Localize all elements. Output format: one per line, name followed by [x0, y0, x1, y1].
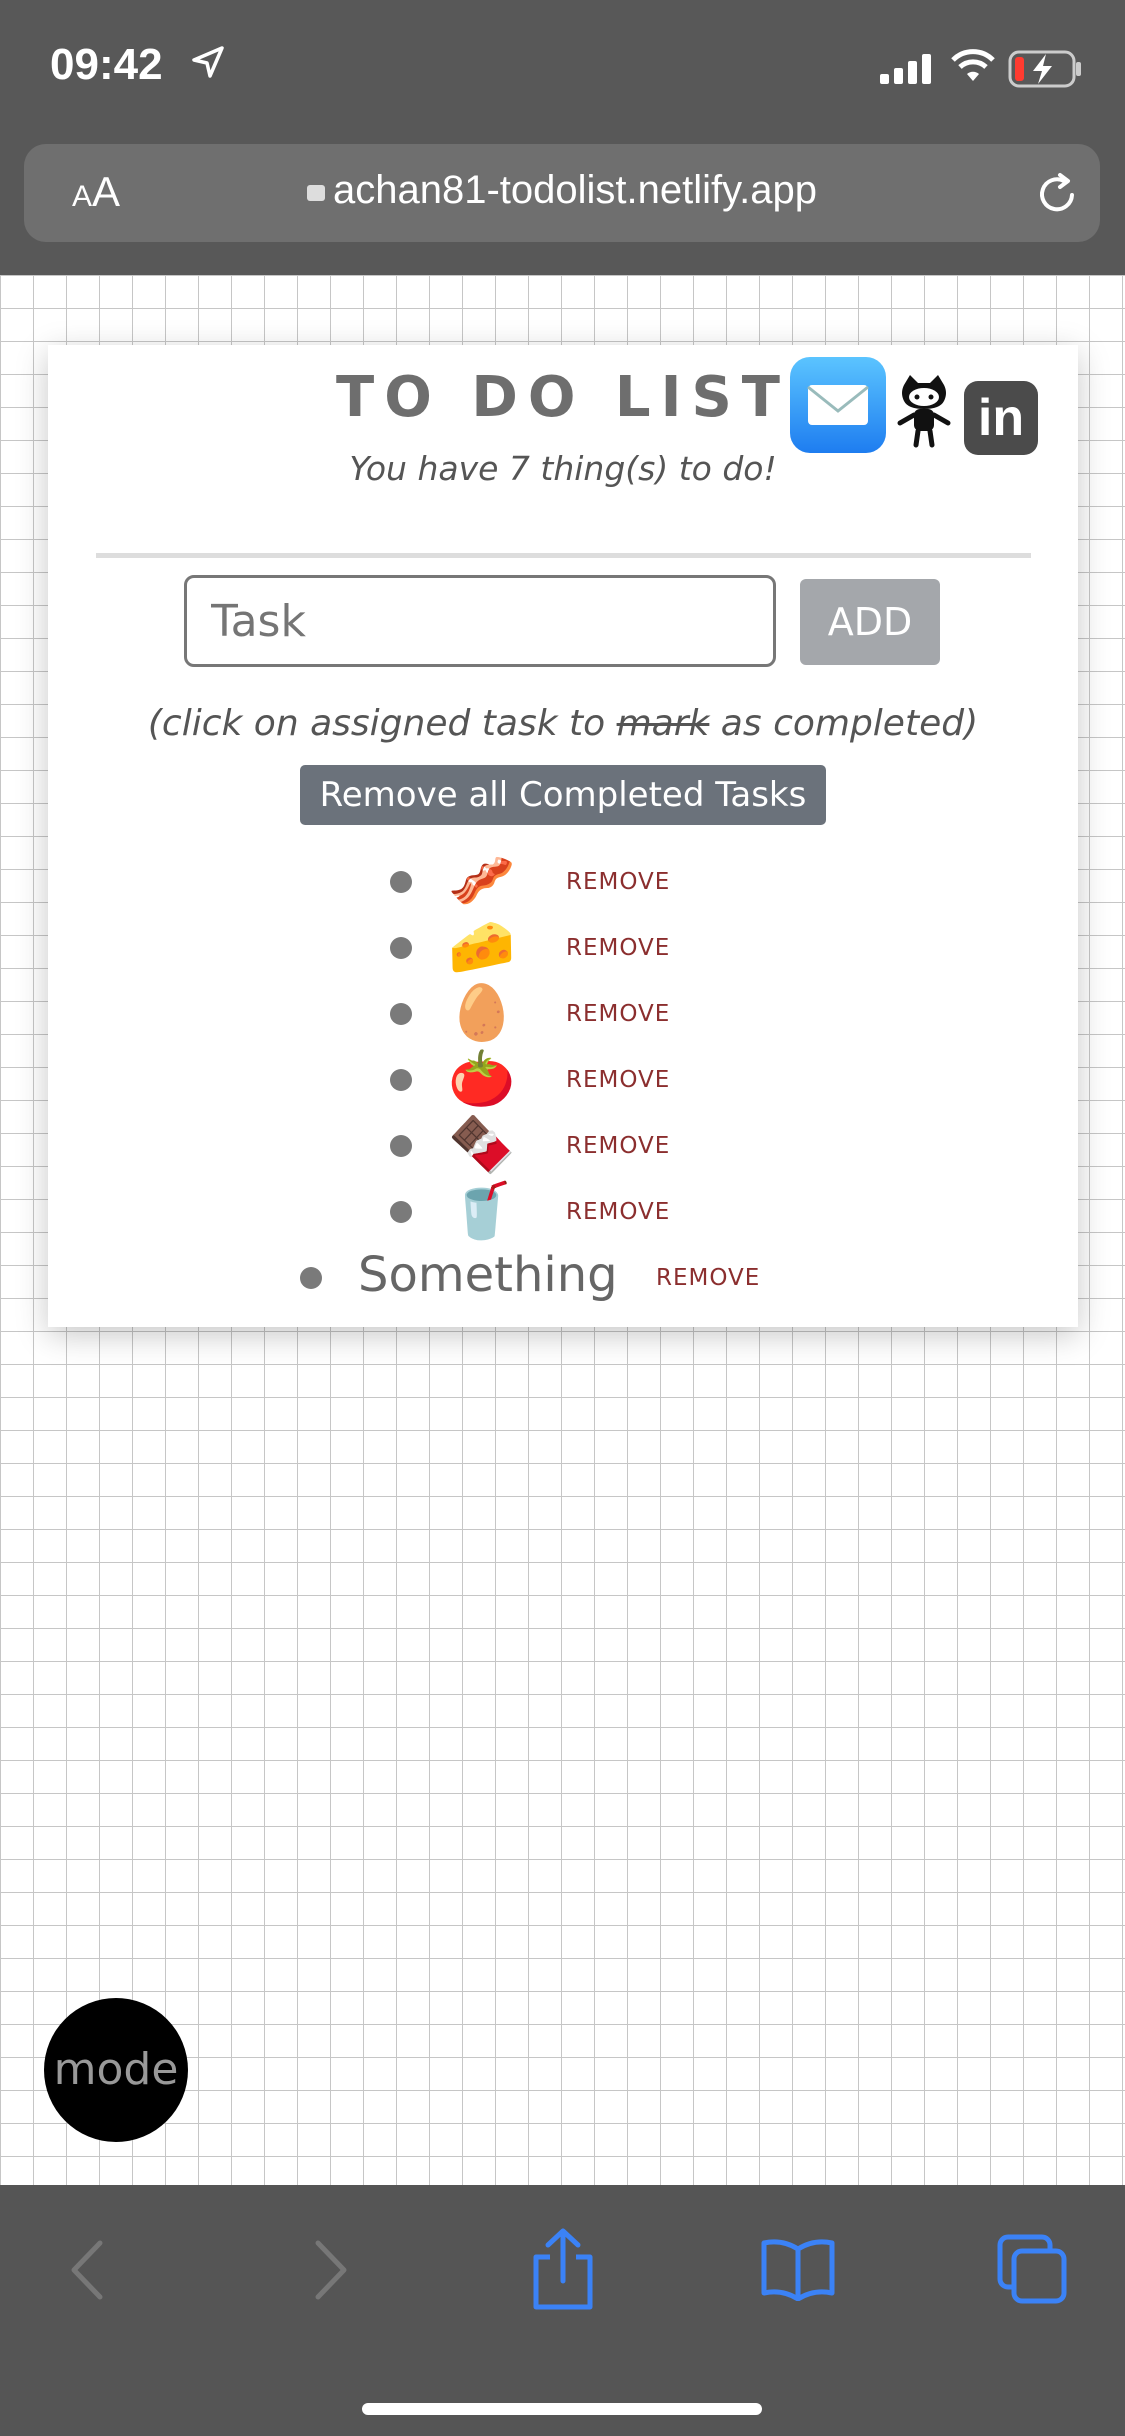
wifi-icon: [951, 49, 995, 81]
bullet: [390, 1201, 412, 1223]
browser-toolbar: [0, 2185, 1125, 2436]
task-input[interactable]: [184, 575, 776, 667]
remove-button[interactable]: REMOVE: [566, 869, 670, 895]
battery-charging-icon: [1008, 50, 1081, 88]
remove-button[interactable]: REMOVE: [656, 1265, 760, 1291]
remove-button[interactable]: REMOVE: [566, 1001, 670, 1027]
todo-card: TO DO LIST You have 7 thing(s) to do! in…: [48, 345, 1078, 1327]
instruction-hint: (click on assigned task to mark as compl…: [147, 703, 979, 744]
web-page: TO DO LIST You have 7 thing(s) to do! in…: [0, 275, 1125, 2185]
tabs-icon[interactable]: [996, 2233, 1070, 2305]
task-text[interactable]: 🥓: [448, 851, 515, 911]
task-text[interactable]: 🥚: [448, 983, 515, 1043]
home-indicator: [362, 2403, 762, 2415]
bullet: [390, 1003, 412, 1025]
divider: [96, 553, 1031, 558]
remove-completed-button[interactable]: Remove all Completed Tasks: [300, 765, 826, 825]
add-button[interactable]: ADD: [800, 579, 940, 665]
remove-button[interactable]: REMOVE: [566, 935, 670, 961]
location-arrow-icon: [192, 46, 224, 78]
github-octocat-icon[interactable]: [892, 371, 956, 451]
remove-button[interactable]: REMOVE: [566, 1133, 670, 1159]
mail-icon[interactable]: [790, 357, 886, 453]
bullet: [390, 1069, 412, 1091]
browser-address-area: AA achan81-todolist.netlify.app: [0, 140, 1125, 275]
remove-button[interactable]: REMOVE: [566, 1199, 670, 1225]
task-text[interactable]: 🍫: [448, 1115, 515, 1175]
url-text[interactable]: achan81-todolist.netlify.app: [24, 168, 1100, 213]
task-text[interactable]: Something: [358, 1247, 618, 1303]
reload-icon[interactable]: [1032, 170, 1082, 220]
back-icon[interactable]: [64, 2235, 114, 2305]
bullet: [300, 1267, 322, 1289]
forward-icon[interactable]: [304, 2235, 354, 2305]
task-text[interactable]: 🥤: [448, 1181, 515, 1241]
address-bar[interactable]: AA achan81-todolist.netlify.app: [24, 144, 1100, 242]
bookmarks-icon[interactable]: [760, 2237, 836, 2301]
bullet: [390, 871, 412, 893]
status-bar: 09:42: [0, 0, 1125, 140]
bullet: [390, 937, 412, 959]
task-text[interactable]: 🍅: [448, 1049, 515, 1109]
lock-icon: [306, 185, 325, 201]
task-text[interactable]: 🧀: [448, 917, 515, 977]
status-time: 09:42: [50, 40, 163, 89]
linkedin-icon[interactable]: in: [964, 381, 1038, 455]
remove-button[interactable]: REMOVE: [566, 1067, 670, 1093]
mode-toggle-button[interactable]: mode: [44, 1998, 188, 2142]
task-count-subtitle: You have 7 thing(s) to do!: [349, 449, 777, 488]
share-icon[interactable]: [528, 2227, 598, 2311]
cellular-signal-icon: [880, 54, 931, 84]
bullet: [390, 1135, 412, 1157]
